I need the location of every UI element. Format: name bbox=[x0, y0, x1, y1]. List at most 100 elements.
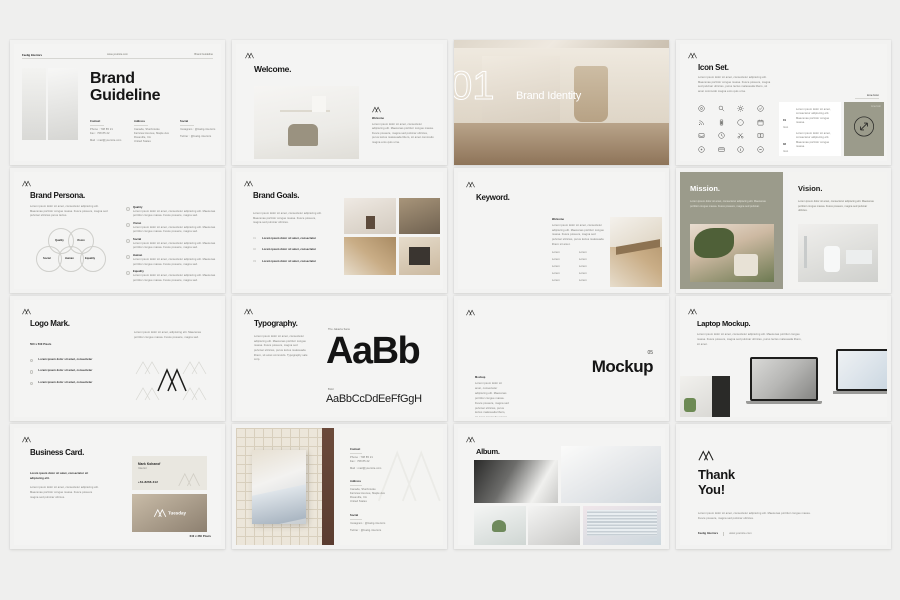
bullet-icon bbox=[126, 207, 130, 211]
keyword-image bbox=[610, 217, 662, 287]
calendar-icon[interactable] bbox=[751, 116, 771, 130]
thank-you-footer-brand: Feelig Interiors bbox=[698, 532, 719, 536]
thank-you-footer: Feelig Interiors www.yoursite.com bbox=[698, 532, 752, 536]
zoom-icon[interactable] bbox=[692, 143, 712, 157]
check-circle-icon[interactable] bbox=[751, 102, 771, 116]
mission-body: Lorem ipsum dolor sit amet, consectetur … bbox=[690, 200, 766, 208]
laptop-right-photo bbox=[833, 349, 887, 397]
bullet-icon bbox=[30, 359, 34, 363]
laptop-mockup-canvas: Laptop Mockup. Lorem ipsum dolor sit ame… bbox=[680, 300, 887, 417]
welcome-text-block: Welcome Lorem ipsum dolor sit amet, cons… bbox=[372, 106, 434, 145]
list-item: Equality Lorem ipsum dolor sit amet, cons… bbox=[126, 270, 218, 283]
mountain-monogram-icon bbox=[244, 308, 253, 315]
gear-icon[interactable] bbox=[731, 102, 751, 116]
slide-thumb-mockup[interactable]: Mockup Lorem ipsum dolor sit amet, conse… bbox=[454, 296, 669, 421]
slide-thumb-keyword[interactable]: Keyword. Welcome Lorem ipsum dolor sit a… bbox=[454, 168, 669, 293]
cover-col-social: Social Instagram : @feelig.interiors Twi… bbox=[180, 120, 221, 139]
slide-thumb-business-card[interactable]: Business Card. Lorem ipsum dolor sit ame… bbox=[10, 424, 225, 549]
bullet-icon bbox=[126, 223, 130, 228]
business-card-size-label: 640 x 360 Pixels bbox=[189, 535, 211, 538]
keyword-item: Lorem bbox=[579, 265, 587, 269]
brand-persona-body: Lorem ipsum dolor sit amet, consectetur … bbox=[30, 205, 108, 218]
slide-thumb-brand-goals[interactable]: Brand Goals. Lorem ipsum dolor sit amet,… bbox=[232, 168, 447, 293]
inbox-icon[interactable] bbox=[692, 129, 712, 143]
cover-photo-main bbox=[48, 68, 78, 140]
rss-icon[interactable] bbox=[692, 116, 712, 130]
slide-thumb-thank-you[interactable]: Thank You! Lorem ipsum dolor sit amet, c… bbox=[676, 424, 891, 549]
target-icon[interactable] bbox=[692, 102, 712, 116]
keyword-item: Lorem bbox=[579, 258, 587, 262]
search-icon[interactable] bbox=[712, 102, 732, 116]
album-canvas: Album. bbox=[458, 428, 665, 545]
mountain-monogram-icon bbox=[688, 52, 697, 59]
business-card-brand: Tuesday bbox=[168, 510, 186, 516]
bullet-icon bbox=[126, 239, 130, 244]
brand-identity-number: 01 bbox=[454, 64, 495, 108]
logo-mark-canvas: Logo Mark. 500 x 500 Pixels Lorem ipsum … bbox=[14, 300, 221, 417]
slide-grid: Feelig Interiors www.yoursite.com Brand … bbox=[10, 40, 891, 556]
vision-title: Vision. bbox=[798, 184, 823, 193]
compass-icon[interactable] bbox=[731, 116, 751, 130]
mountain-monogram-icon bbox=[22, 436, 31, 443]
slide-thumb-cover[interactable]: Feelig Interiors www.yoursite.com Brand … bbox=[10, 40, 225, 165]
typography-specimen: AaBb bbox=[326, 330, 421, 372]
stationery-spine bbox=[322, 428, 334, 545]
mockup-number: 05 bbox=[647, 350, 653, 356]
battery-icon[interactable] bbox=[712, 116, 732, 130]
minus-circle-icon[interactable] bbox=[751, 143, 771, 157]
slide-thumb-brand-identity[interactable]: 01 Brand Identity bbox=[454, 40, 669, 165]
cover-col-address: Address Canada, Sherbrooke Fairview Aven… bbox=[134, 120, 172, 143]
welcome-sub-heading: Welcome bbox=[372, 117, 385, 120]
laptop-mockup-title: Laptop Mockup. bbox=[697, 319, 751, 328]
goals-image-0 bbox=[344, 198, 396, 234]
slide-thumb-stationery[interactable]: Contact Phone : 708 85 21 Fax : 708 85 2… bbox=[232, 424, 447, 549]
venn-label-equality: Equality bbox=[85, 257, 96, 260]
slide-thumb-typography[interactable]: Typography. Lorem ipsum dolor sit amet, … bbox=[232, 296, 447, 421]
typography-body: Lorem ipsum dolor sit amet, consectetur … bbox=[254, 335, 308, 362]
keyword-text-block: Welcome Lorem ipsum dolor sit amet, cons… bbox=[552, 218, 606, 247]
slide-thumb-icon-set[interactable]: Icon Set. Lorem ipsum dolor sit amet, co… bbox=[676, 40, 891, 165]
venn-label-social: Social bbox=[43, 257, 51, 260]
card-icon[interactable] bbox=[712, 143, 732, 157]
mission-title: Mission. bbox=[690, 184, 721, 193]
clock-icon[interactable] bbox=[712, 129, 732, 143]
keyword-item: Lorem bbox=[552, 279, 560, 283]
thank-you-line2: You! bbox=[698, 482, 725, 497]
welcome-canvas: Welcome. Welcome Lorem ipsum dolor sit a… bbox=[236, 44, 443, 161]
scissors-icon[interactable] bbox=[731, 129, 751, 143]
cover-header-center: www.yoursite.com bbox=[107, 53, 128, 56]
thank-you-body: Lorem ipsum dolor sit amet, consectetur … bbox=[698, 512, 811, 520]
mountain-monogram-icon bbox=[466, 309, 475, 316]
mockup-side-block: Mockup Lorem ipsum dolor sit amet, conse… bbox=[475, 376, 509, 417]
goals-image-3 bbox=[399, 237, 440, 275]
icon-feature-panel: Line Icon bbox=[844, 102, 884, 156]
logo-mark-grid bbox=[134, 358, 208, 402]
cover-title-line1: Brand bbox=[90, 70, 135, 87]
info-icon[interactable] bbox=[731, 143, 751, 157]
keyword-item: Lorem bbox=[579, 279, 587, 283]
brand-goals-body: Lorem ipsum dolor sit amet, consectetur … bbox=[253, 212, 322, 225]
list-item: 02 Lorem ipsum dolor sit amet, consectet… bbox=[253, 248, 317, 252]
bullet-icon bbox=[30, 370, 34, 374]
mission-panel: Mission. Lorem ipsum dolor sit amet, con… bbox=[680, 172, 783, 289]
mission-image bbox=[690, 224, 774, 282]
goals-image-1 bbox=[399, 198, 440, 234]
icon-grid[interactable] bbox=[692, 102, 770, 156]
venn-label-human: Human bbox=[65, 257, 74, 260]
slide-thumb-logo-mark[interactable]: Logo Mark. 500 x 500 Pixels Lorem ipsum … bbox=[10, 296, 225, 421]
persona-list: Quality Lorem ipsum dolor sit amet, conse… bbox=[126, 206, 218, 283]
slide-thumb-welcome[interactable]: Welcome. Welcome Lorem ipsum dolor sit a… bbox=[232, 40, 447, 165]
slide-thumb-laptop-mockup[interactable]: Laptop Mockup. Lorem ipsum dolor sit ame… bbox=[676, 296, 891, 421]
logo-mark-size-label: 500 x 500 Pixels bbox=[30, 343, 52, 346]
business-card-role: Interior bbox=[138, 467, 147, 470]
slide-thumb-mission-vision[interactable]: Mission. Lorem ipsum dolor sit amet, con… bbox=[676, 168, 891, 293]
slide-thumb-brand-persona[interactable]: Brand Persona. Lorem ipsum dolor sit ame… bbox=[10, 168, 225, 293]
slide-thumb-album[interactable]: Album. bbox=[454, 424, 669, 549]
business-card-front: Mark Kohanof Interior +61-8266-312 bbox=[132, 456, 207, 490]
cover-col-contact: Contact Phone : 708 85 21 Fax : 708 85 2… bbox=[90, 120, 126, 143]
persona-venn-diagram: Quality Vision Social Human Equality bbox=[28, 228, 114, 280]
brand-persona-title: Brand Persona. bbox=[30, 191, 85, 200]
bullet-icon bbox=[30, 381, 34, 386]
dollar-icon[interactable] bbox=[751, 129, 771, 143]
list-item: Lorem ipsum dolor sit amet, consectetur bbox=[30, 369, 110, 374]
